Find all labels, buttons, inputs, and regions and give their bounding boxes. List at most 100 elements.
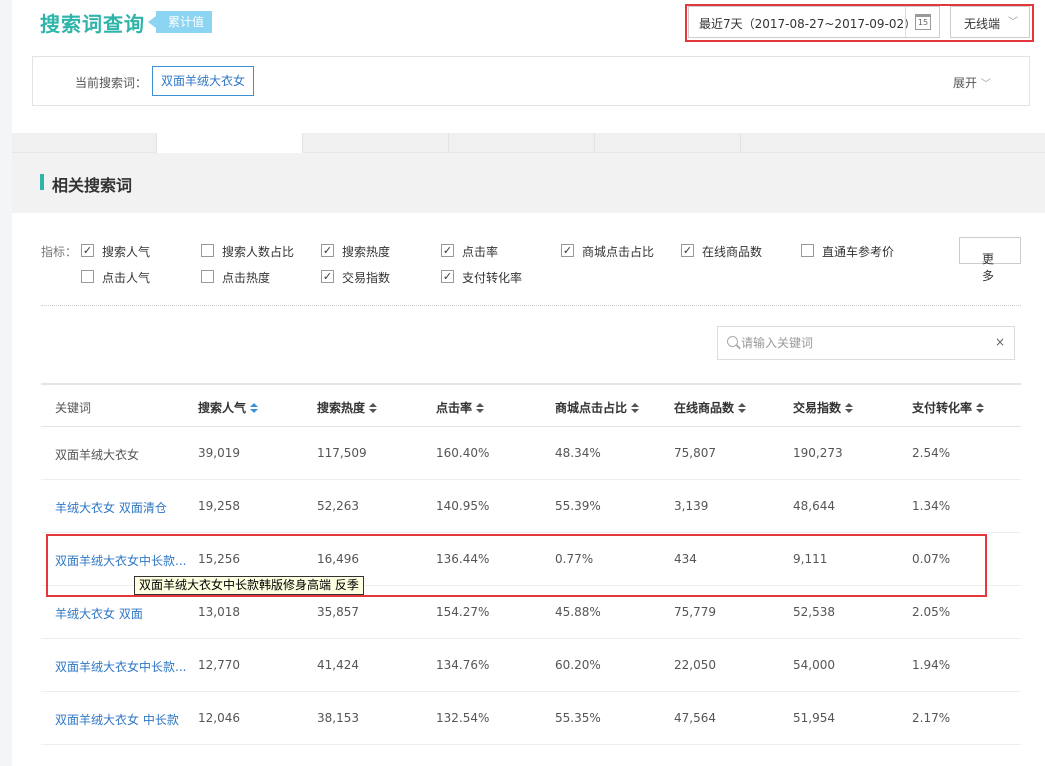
table-cell: 35,857 (317, 605, 359, 619)
indicator-label-text: 在线商品数 (702, 245, 763, 259)
keyword-tooltip: 双面羊绒大衣女中长款韩版修身高端 反季 (134, 576, 364, 595)
table-row: 羊绒大衣女 双面清仓 19,258 52,263 140.95% 55.39% … (41, 480, 1021, 533)
header-label: 在线商品数 (674, 401, 735, 415)
checkbox[interactable]: ✓ (561, 244, 574, 257)
tab[interactable] (449, 133, 595, 153)
column-header-keyword: 关键词 (55, 401, 92, 415)
table-cell: 52,538 (793, 605, 835, 619)
table-cell: 48,644 (793, 499, 835, 513)
tab-active[interactable] (157, 133, 303, 153)
highlight-box (685, 4, 1034, 42)
indicator-label-text: 交易指数 (342, 271, 391, 285)
sort-icon[interactable] (976, 403, 985, 413)
indicator-label-text: 商城点击占比 (582, 245, 655, 259)
table-cell: 12,046 (198, 711, 240, 725)
table-cell: 22,050 (674, 658, 716, 672)
header-label: 搜索人气 (198, 401, 247, 415)
page-title: 搜索词查询 (40, 12, 145, 36)
table-cell: 190,273 (793, 446, 843, 460)
table-cell: 12,770 (198, 658, 240, 672)
keyword-link[interactable]: 羊绒大衣女 双面清仓 (55, 499, 189, 516)
table-cell: 3,139 (674, 499, 709, 513)
checkbox[interactable] (801, 244, 814, 257)
chevron-up-icon: ︿ (982, 254, 992, 265)
tab[interactable] (595, 133, 741, 153)
checkbox[interactable]: ✓ (441, 270, 454, 283)
checkbox[interactable]: ✓ (321, 270, 334, 283)
header-panel: 搜索词查询 累计值 最近7天（2017-08-27~2017-09-02） 15… (12, 0, 1045, 133)
table-cell: 132.54% (436, 711, 490, 725)
column-header-mall-click-share[interactable]: 商城点击占比 (555, 399, 640, 416)
checkbox[interactable] (201, 270, 214, 283)
clear-icon[interactable]: × (995, 335, 1005, 349)
sort-icon[interactable] (845, 403, 854, 413)
table-cell: 1.34% (912, 499, 951, 513)
column-header-search-heat[interactable]: 搜索热度 (317, 399, 378, 416)
tab-strip (12, 133, 1045, 153)
table-cell: 38,153 (317, 711, 359, 725)
tab[interactable] (303, 133, 449, 153)
indicator-label-text: 搜索热度 (342, 245, 391, 259)
table-cell: 52,263 (317, 499, 359, 513)
current-keyword-tag[interactable]: 双面羊绒大衣女 (152, 66, 255, 96)
sort-icon[interactable] (631, 403, 640, 413)
checkbox[interactable] (201, 244, 214, 257)
checkbox[interactable] (81, 270, 94, 283)
indicator-label-text: 点击率 (462, 245, 499, 259)
sort-icon[interactable] (738, 403, 747, 413)
table-cell: 134.76% (436, 658, 490, 672)
sort-icon[interactable] (476, 403, 485, 413)
indicator-label-text: 搜索人气 (102, 245, 151, 259)
column-header-pay-conversion[interactable]: 支付转化率 (912, 399, 985, 416)
keyword-link[interactable]: 双面羊绒大衣女中长款... (55, 658, 189, 675)
table-cell: 75,807 (674, 446, 716, 460)
table-cell: 41,424 (317, 658, 359, 672)
table-cell: 75,779 (674, 605, 716, 619)
table-cell: 13,018 (198, 605, 240, 619)
column-header-trade-index[interactable]: 交易指数 (793, 399, 854, 416)
table-cell: 2.05% (912, 605, 951, 619)
header-label: 交易指数 (793, 401, 842, 415)
header-label: 点击率 (436, 401, 473, 415)
tab[interactable] (12, 133, 157, 153)
table-header: 关键词 搜索人气 搜索热度 点击率 商城点击占比 在线商品数 交易指数 支付转化… (41, 383, 1021, 427)
current-keyword-panel: 当前搜索词： 双面羊绒大衣女 展开 ﹀ (32, 56, 1030, 106)
keyword-cell: 双面羊绒大衣女 (55, 448, 140, 462)
indicator-label: 指标： (41, 245, 78, 259)
more-button[interactable]: 更多 ︿ (959, 237, 1021, 283)
table-cell: 45.88% (555, 605, 601, 619)
indicator-label-text: 搜索人数占比 (222, 245, 295, 259)
checkbox[interactable]: ✓ (81, 244, 94, 257)
indicator-label-text: 支付转化率 (462, 271, 523, 285)
table-cell: 19,258 (198, 499, 240, 513)
keyword-link[interactable]: 双面羊绒大衣女 中长款 (55, 711, 189, 728)
table-cell: 160.40% (436, 446, 490, 460)
keyword-link[interactable]: 羊绒大衣女 双面 (55, 605, 189, 622)
table-cell: 47,564 (674, 711, 716, 725)
column-header-search-popularity[interactable]: 搜索人气 (198, 399, 259, 416)
header-label: 支付转化率 (912, 401, 973, 415)
column-header-ctr[interactable]: 点击率 (436, 399, 485, 416)
checkbox[interactable]: ✓ (441, 244, 454, 257)
section-header: 相关搜索词 (12, 153, 1045, 213)
header-label: 搜索热度 (317, 401, 366, 415)
search-input[interactable] (741, 333, 981, 353)
header-label: 商城点击占比 (555, 401, 628, 415)
expand-button[interactable]: 展开 ﹀ (953, 74, 991, 91)
table-cell: 48.34% (555, 446, 601, 460)
table-cell: 55.35% (555, 711, 601, 725)
checkbox[interactable]: ✓ (321, 244, 334, 257)
expand-label: 展开 (953, 76, 978, 90)
sort-icon[interactable] (369, 403, 378, 413)
sort-icon[interactable] (250, 403, 259, 413)
table-row: 双面羊绒大衣女 39,019 117,509 160.40% 48.34% 75… (41, 427, 1021, 480)
table-cell: 117,509 (317, 446, 367, 460)
chevron-down-icon: ﹀ (980, 79, 991, 90)
table-cell: 60.20% (555, 658, 601, 672)
table-cell: 1.94% (912, 658, 951, 672)
table-cell: 2.54% (912, 446, 951, 460)
keyword-search[interactable]: × (717, 326, 1015, 360)
checkbox[interactable]: ✓ (681, 244, 694, 257)
current-keyword-label: 当前搜索词： (75, 76, 148, 90)
column-header-online-items[interactable]: 在线商品数 (674, 399, 747, 416)
